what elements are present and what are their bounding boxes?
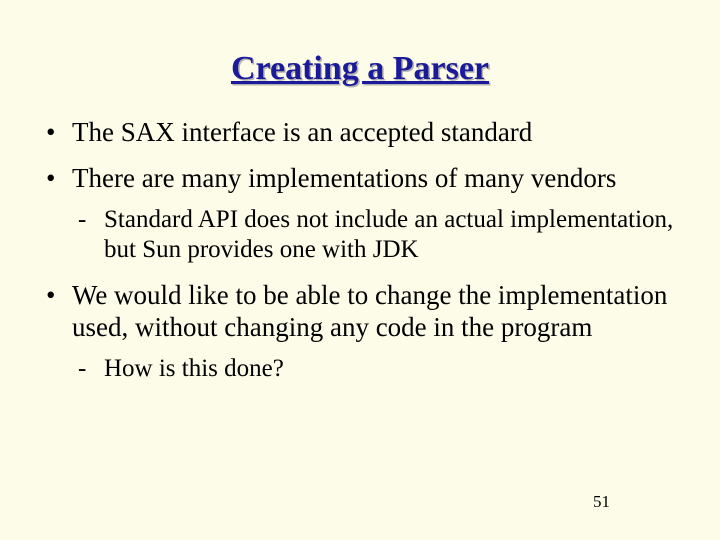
sub-list: How is this done?	[72, 354, 680, 384]
bullet-text: There are many implementations of many v…	[72, 163, 616, 193]
bullet-text: The SAX interface is an accepted standar…	[72, 117, 532, 147]
bullet-item: The SAX interface is an accepted standar…	[40, 116, 680, 148]
sub-list: Standard API does not include an actual …	[72, 205, 680, 265]
bullet-list: The SAX interface is an accepted standar…	[40, 116, 680, 384]
bullet-text: We would like to be able to change the i…	[72, 280, 667, 342]
slide-title: Creating a Parser	[40, 50, 680, 88]
sub-item: Standard API does not include an actual …	[72, 205, 680, 265]
sub-item: How is this done?	[72, 354, 680, 384]
page-number: 51	[593, 492, 610, 512]
sub-text: How is this done?	[104, 355, 284, 382]
bullet-item: We would like to be able to change the i…	[40, 279, 680, 384]
sub-text: Standard API does not include an actual …	[104, 206, 673, 263]
bullet-item: There are many implementations of many v…	[40, 162, 680, 264]
